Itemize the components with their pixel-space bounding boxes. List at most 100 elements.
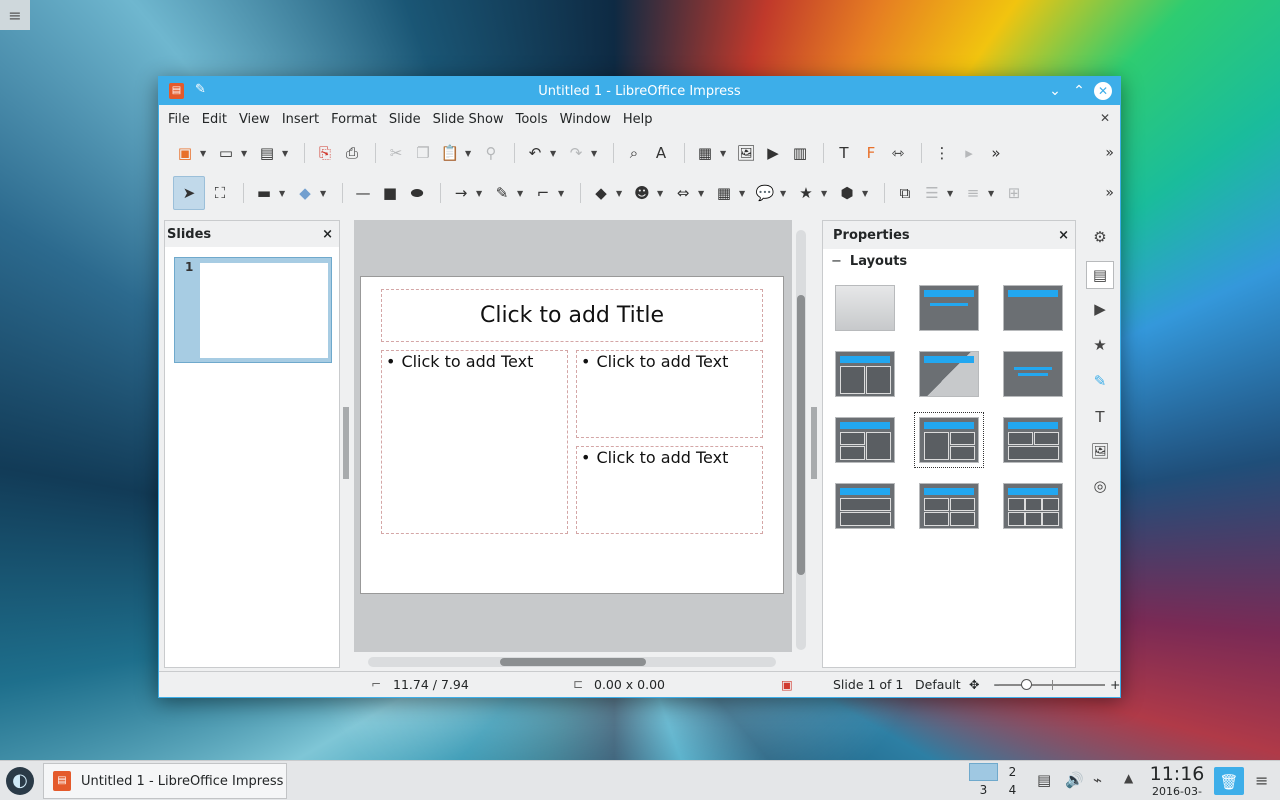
dropdown-arrow-icon[interactable]: ▼	[988, 189, 997, 198]
title-placeholder[interactable]: Click to add Title	[381, 289, 763, 342]
text-placeholder-bottom-right[interactable]: • Click to add Text	[576, 446, 763, 534]
3d-objects-icon[interactable]: ⬢	[835, 181, 859, 205]
menu-slide-show[interactable]: Slide Show	[433, 112, 504, 127]
dropdown-arrow-icon[interactable]: ▼	[947, 189, 956, 198]
dropdown-arrow-icon[interactable]: ▼	[558, 189, 567, 198]
animation-icon[interactable]: ★	[1089, 334, 1111, 356]
vertical-scrollbar[interactable]	[796, 230, 806, 650]
basic-shapes-icon[interactable]: ◆	[589, 181, 613, 205]
layout-4-content[interactable]	[919, 483, 979, 529]
start-presentation-icon[interactable]: ▸	[957, 141, 981, 165]
zoom-in-button[interactable]: +	[1110, 677, 1120, 692]
callout-icon[interactable]: 💬	[753, 181, 777, 205]
dropdown-arrow-icon[interactable]: ▼	[517, 189, 526, 198]
tray-expand-icon[interactable]: ▲	[1124, 771, 1133, 785]
sidebar-settings-icon[interactable]: ⚙	[1089, 226, 1111, 248]
properties-close-icon[interactable]: ×	[1058, 228, 1069, 243]
presentation-icon[interactable]: ▣	[173, 141, 197, 165]
menu-file[interactable]: File	[168, 112, 190, 127]
menu-view[interactable]: View	[239, 112, 270, 127]
application-launcher-icon[interactable]: ◐	[6, 767, 34, 795]
dropdown-arrow-icon[interactable]: ▼	[200, 149, 209, 158]
zoom-pan-icon[interactable]: ⛶	[208, 181, 232, 205]
master-slides-icon[interactable]: ✎	[1089, 370, 1111, 392]
symbol-shapes-icon[interactable]: ☻	[630, 181, 654, 205]
navigator-icon[interactable]: ◎	[1089, 475, 1111, 497]
slide-thumbnail[interactable]: 1	[174, 257, 332, 363]
dropdown-arrow-icon[interactable]: ▼	[616, 189, 625, 198]
line-icon[interactable]: —	[351, 181, 375, 205]
document-modified-icon[interactable]: ▣	[781, 677, 793, 692]
spelling-icon[interactable]: A	[649, 141, 673, 165]
layout-title-2-content[interactable]	[835, 351, 895, 397]
master-page-name[interactable]: Default	[915, 677, 961, 692]
menu-edit[interactable]: Edit	[202, 112, 227, 127]
rectangle-icon[interactable]: ■	[378, 181, 402, 205]
vertical-scrollbar-thumb[interactable]	[797, 295, 805, 575]
dropdown-arrow-icon[interactable]: ▼	[282, 149, 291, 158]
text-placeholder-left[interactable]: • Click to add Text	[381, 350, 568, 534]
align-icon[interactable]: ☰	[920, 181, 944, 205]
fontwork-icon[interactable]: F	[859, 141, 883, 165]
dropdown-arrow-icon[interactable]: ▼	[476, 189, 485, 198]
flowchart-icon[interactable]: ▦	[712, 181, 736, 205]
insert-image-icon[interactable]: 🖼	[734, 141, 758, 165]
styles-icon[interactable]: T	[1089, 406, 1111, 428]
dropdown-arrow-icon[interactable]: ▼	[720, 149, 729, 158]
zoom-slider[interactable]	[999, 679, 1105, 690]
title-bar[interactable]: ▤ ✎ Untitled 1 - LibreOffice Impress ⌄ ⌃…	[159, 77, 1120, 105]
arrow-line-icon[interactable]: →	[449, 181, 473, 205]
dropdown-arrow-icon[interactable]: ▼	[279, 189, 288, 198]
hyperlink-icon[interactable]: ⇿	[886, 141, 910, 165]
layout-6-content[interactable]	[1003, 483, 1063, 529]
properties-deck-icon[interactable]: ▤	[1086, 261, 1114, 289]
dropdown-arrow-icon[interactable]: ▼	[591, 149, 600, 158]
layouts-section-header[interactable]: − Layouts	[823, 249, 1075, 273]
toolbar-overflow-icon[interactable]: »	[1105, 185, 1114, 201]
insert-media-icon[interactable]: ▶	[761, 141, 785, 165]
layout-title-only[interactable]	[919, 351, 979, 397]
connector-icon[interactable]: ⌐	[531, 181, 555, 205]
horizontal-scrollbar-thumb[interactable]	[500, 658, 646, 666]
desktop-3[interactable]: 3	[969, 781, 998, 799]
find-replace-icon[interactable]: ⌕	[622, 141, 646, 165]
horizontal-scrollbar[interactable]	[368, 657, 776, 667]
clone-formatting-icon[interactable]: ⚲	[479, 141, 503, 165]
volume-icon[interactable]: 🔊	[1065, 771, 1084, 789]
collapse-icon[interactable]: −	[831, 254, 842, 269]
slides-pane-close-icon[interactable]: ×	[322, 227, 333, 242]
maximize-icon[interactable]: ⌃	[1069, 81, 1089, 101]
text-box-icon[interactable]: T	[832, 141, 856, 165]
dropdown-arrow-icon[interactable]: ▼	[862, 189, 871, 198]
table-icon[interactable]: ▦	[693, 141, 717, 165]
dropdown-arrow-icon[interactable]: ▼	[657, 189, 666, 198]
desktop-1[interactable]	[969, 763, 998, 781]
grid-icon[interactable]: ⋮	[930, 141, 954, 165]
curve-icon[interactable]: ✎	[490, 181, 514, 205]
save-icon[interactable]: ▤	[255, 141, 279, 165]
zoom-slider-knob[interactable]	[1021, 679, 1032, 690]
layout-centered-text[interactable]	[1003, 351, 1063, 397]
impress-app-icon[interactable]: ▤	[169, 83, 184, 99]
sidebar-splitter[interactable]	[811, 407, 817, 479]
pin-icon[interactable]: ✎	[195, 82, 206, 97]
desktop-menu-icon[interactable]: ≡	[0, 0, 30, 30]
dropdown-arrow-icon[interactable]: ▼	[821, 189, 830, 198]
gallery-icon[interactable]: 🖼	[1089, 440, 1111, 462]
dropdown-arrow-icon[interactable]: ▼	[320, 189, 329, 198]
toolbar-more-icon[interactable]: »	[984, 141, 1008, 165]
copy-icon[interactable]: ❐	[411, 141, 435, 165]
cut-icon[interactable]: ✂	[384, 141, 408, 165]
distribute-icon[interactable]: ⊞	[1002, 181, 1026, 205]
fill-color-icon[interactable]: ◆	[293, 181, 317, 205]
menu-format[interactable]: Format	[331, 112, 377, 127]
dropdown-arrow-icon[interactable]: ▼	[241, 149, 250, 158]
dropdown-arrow-icon[interactable]: ▼	[739, 189, 748, 198]
block-arrows-icon[interactable]: ⇔	[671, 181, 695, 205]
dropdown-arrow-icon[interactable]: ▼	[465, 149, 474, 158]
export-pdf-icon[interactable]: ⎘	[313, 141, 337, 165]
arrange-icon[interactable]: ≡	[961, 181, 985, 205]
taskbar-task-impress[interactable]: ▤ Untitled 1 - LibreOffice Impress	[43, 763, 287, 799]
slides-pane-splitter[interactable]	[343, 407, 349, 479]
star-icon[interactable]: ★	[794, 181, 818, 205]
